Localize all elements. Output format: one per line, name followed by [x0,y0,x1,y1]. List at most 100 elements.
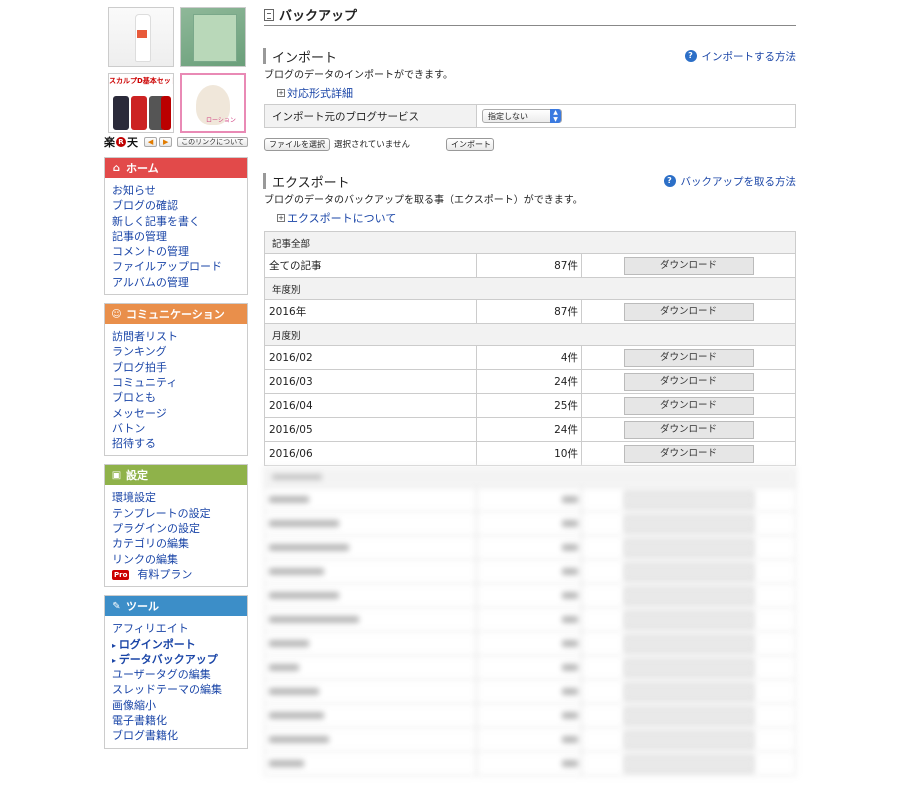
sidebar-item-env-settings[interactable]: 環境設定 [112,490,247,505]
menu-communication-header[interactable]: ☺ コミュニケーション [105,304,247,325]
sidebar-item-applause[interactable]: ブログ拍手 [112,360,247,375]
ad-scalp-text: スカルプD基本セット [109,77,174,85]
sidebar-item-new-post[interactable]: 新しく記事を書く [112,214,247,229]
sidebar-item-blog-check[interactable]: ブログの確認 [112,198,247,213]
help-icon: ? [684,50,697,62]
sidebar-item-community[interactable]: コミュニティ [112,375,247,390]
sidebar-item-post-manage[interactable]: 記事の管理 [112,229,247,244]
choose-file-button[interactable]: ファイルを選択 [264,137,330,151]
sidebar-item-plugin-settings[interactable]: プラグインの設定 [112,521,247,536]
blurred-download-button [623,658,754,677]
download-button[interactable]: ダウンロード [623,348,754,367]
menu-communication: ☺ コミュニケーション 訪問者リスト ランキング ブログ拍手 コミュニティ ブロ… [104,303,248,457]
export-row-label: 全ての記事 [265,254,477,277]
sidebar-item-blog-book[interactable]: ブログ書籍化 [112,728,247,743]
help-icon: ? [663,175,676,187]
paid-plan-label: 有料プラン [137,567,193,581]
import-service-select[interactable]: 指定しない ▲ ▼ [482,109,562,123]
ad-bottle-image[interactable] [108,7,174,67]
download-button[interactable]: ダウンロード [623,420,754,439]
sidebar-item-album-manage[interactable]: アルバムの管理 [112,275,247,290]
import-description: ブログのデータのインポートができます。 [264,70,453,81]
sidebar-item-comment-manage[interactable]: コメントの管理 [112,244,247,259]
download-button[interactable]: ダウンロード [623,372,754,391]
sidebar-item-blotomo[interactable]: ブロとも [112,390,247,405]
menu-settings: ▣ 設定 環境設定 テンプレートの設定 プラグインの設定 カテゴリの編集 リンク… [104,464,248,588]
prev-arrow-icon[interactable]: ◀ [144,137,158,147]
blurred-download-button [623,562,754,581]
sidebar-item-data-backup[interactable]: データバックアップ [112,652,247,667]
export-help-link[interactable]: ? バックアップを取る方法 [663,174,796,189]
sidebar-item-template-settings[interactable]: テンプレートの設定 [112,506,247,521]
ad-scalp-image[interactable]: スカルプD基本セット [108,73,174,133]
download-button[interactable]: ダウンロード [623,444,754,463]
sidebar-item-user-tags[interactable]: ユーザータグの編集 [112,667,247,682]
menu-tools-header[interactable]: ✎ ツール [105,596,247,617]
export-heading: エクスポート ? バックアップを取る方法 [263,173,796,191]
blurred-row [264,584,796,608]
menu-settings-list: 環境設定 テンプレートの設定 プラグインの設定 カテゴリの編集 リンクの編集 P… [105,485,247,586]
formats-detail-link[interactable]: + 対応形式詳細 [277,86,796,100]
sidebar-item-visitors[interactable]: 訪問者リスト [112,329,247,344]
blurred-download-button [623,514,754,533]
sidebar-item-image-resize[interactable]: 画像縮小 [112,698,247,713]
menu-home: ⌂ ホーム お知らせ ブログの確認 新しく記事を書く 記事の管理 コメントの管理… [104,157,248,296]
ad-lotion-image[interactable]: ローション [180,73,246,133]
sidebar-item-thread-themes[interactable]: スレッドテーマの編集 [112,682,247,697]
export-row-label: 2016/06 [265,442,477,465]
file-row: ファイルを選択 選択されていません インポート [264,137,796,151]
export-row: 2016/04 25件 ダウンロード [264,394,796,418]
select-arrows-icon: ▲ ▼ [550,109,561,123]
sidebar-item-category-edit[interactable]: カテゴリの編集 [112,536,247,551]
import-service-row: インポート元のブログサービス 指定しない ▲ ▼ [264,104,796,128]
export-row-label: 2016/05 [265,418,477,441]
export-row-label: 2016/02 [265,346,477,369]
blurred-download-button [623,490,754,509]
sidebar-item-log-import[interactable]: ログインポート [112,637,247,652]
export-row-label: 2016/03 [265,370,477,393]
blurred-rows [264,466,796,776]
export-about-link[interactable]: + エクスポートについて [277,211,796,225]
sidebar: スカルプD基本セット ローション 楽R天 ◀ ▶ このリンクについて ⌂ ホーム… [104,7,248,749]
export-row: 2016年 87件 ダウンロード [264,300,796,324]
blurred-row [264,536,796,560]
blurred-download-button [623,634,754,653]
document-icon [264,8,274,21]
sidebar-item-link-edit[interactable]: リンクの編集 [112,552,247,567]
menu-settings-header[interactable]: ▣ 設定 [105,465,247,486]
sidebar-item-notices[interactable]: お知らせ [112,183,247,198]
download-button[interactable]: ダウンロード [623,256,754,275]
blurred-row [264,488,796,512]
sidebar-item-baton[interactable]: バトン [112,421,247,436]
import-button[interactable]: インポート [446,137,494,151]
sidebar-item-affiliate[interactable]: アフィリエイト [112,621,247,636]
blurred-row [264,704,796,728]
sidebar-item-message[interactable]: メッセージ [112,406,247,421]
menu-home-header[interactable]: ⌂ ホーム [105,158,247,178]
sidebar-item-file-upload[interactable]: ファイルアップロード [112,259,247,274]
export-row: 2016/06 10件 ダウンロード [264,442,796,466]
export-row: 全ての記事 87件 ダウンロード [264,254,796,278]
ad-tea-image[interactable] [180,7,246,67]
blurred-download-button [623,730,754,749]
blurred-download-button [623,682,754,701]
sidebar-item-invite[interactable]: 招待する [112,436,247,451]
blurred-row [264,512,796,536]
next-arrow-icon[interactable]: ▶ [159,137,173,147]
pro-badge: Pro [112,569,130,580]
export-section: エクスポート ? バックアップを取る方法 ブログのデータのバックアップを取る事（… [263,173,796,776]
ad-grid: スカルプD基本セット ローション [104,7,248,133]
sidebar-item-ebook[interactable]: 電子書籍化 [112,713,247,728]
sidebar-item-ranking[interactable]: ランキング [112,344,247,359]
export-row-count: 25件 [477,394,582,417]
wrench-icon: ✎ [112,600,121,612]
sidebar-item-paid-plan[interactable]: Pro 有料プラン [112,567,247,582]
blurred-row [264,728,796,752]
import-help-link[interactable]: ? インポートする方法 [684,49,796,64]
download-button[interactable]: ダウンロード [623,302,754,321]
export-row: 2016/02 4件 ダウンロード [264,346,796,370]
export-row-label: 2016/04 [265,394,477,417]
blurred-row [264,560,796,584]
download-button[interactable]: ダウンロード [623,396,754,415]
about-link-button[interactable]: このリンクについて [177,137,248,147]
